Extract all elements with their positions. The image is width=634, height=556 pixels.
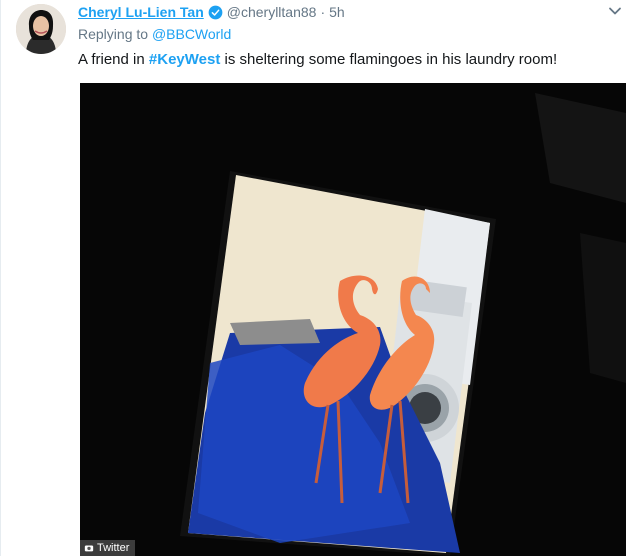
- camera-icon: [84, 545, 94, 552]
- twitter-watermark: Twitter: [80, 540, 136, 556]
- separator: ·: [320, 4, 326, 20]
- divider: [0, 0, 1, 556]
- watermark-label: Twitter: [97, 542, 130, 554]
- avatar[interactable]: [16, 4, 66, 54]
- tweet-text-before: A friend in: [78, 51, 149, 68]
- tweet-header: Cheryl Lu-Lien Tan @cherylltan88 · 5h: [78, 2, 345, 22]
- replying-prefix: Replying to: [78, 26, 149, 42]
- hashtag-link[interactable]: #KeyWest: [149, 51, 220, 68]
- timestamp[interactable]: 5h: [329, 4, 345, 20]
- reply-mention-link[interactable]: @BBCWorld: [152, 26, 231, 42]
- tweet-text: A friend in #KeyWest is sheltering some …: [78, 51, 557, 68]
- tweet-photo[interactable]: Twitter: [80, 83, 626, 556]
- author-handle[interactable]: @cherylltan88: [227, 4, 317, 20]
- tweet: Cheryl Lu-Lien Tan @cherylltan88 · 5h Re…: [0, 0, 634, 556]
- tweet-text-after: is sheltering some flamingoes in his lau…: [220, 51, 558, 68]
- chevron-down-icon[interactable]: [608, 4, 622, 18]
- author-name[interactable]: Cheryl Lu-Lien Tan: [78, 4, 204, 20]
- verified-badge-icon: [208, 5, 223, 19]
- replying-to: Replying to @BBCWorld: [78, 26, 231, 42]
- photo-image: [80, 83, 626, 556]
